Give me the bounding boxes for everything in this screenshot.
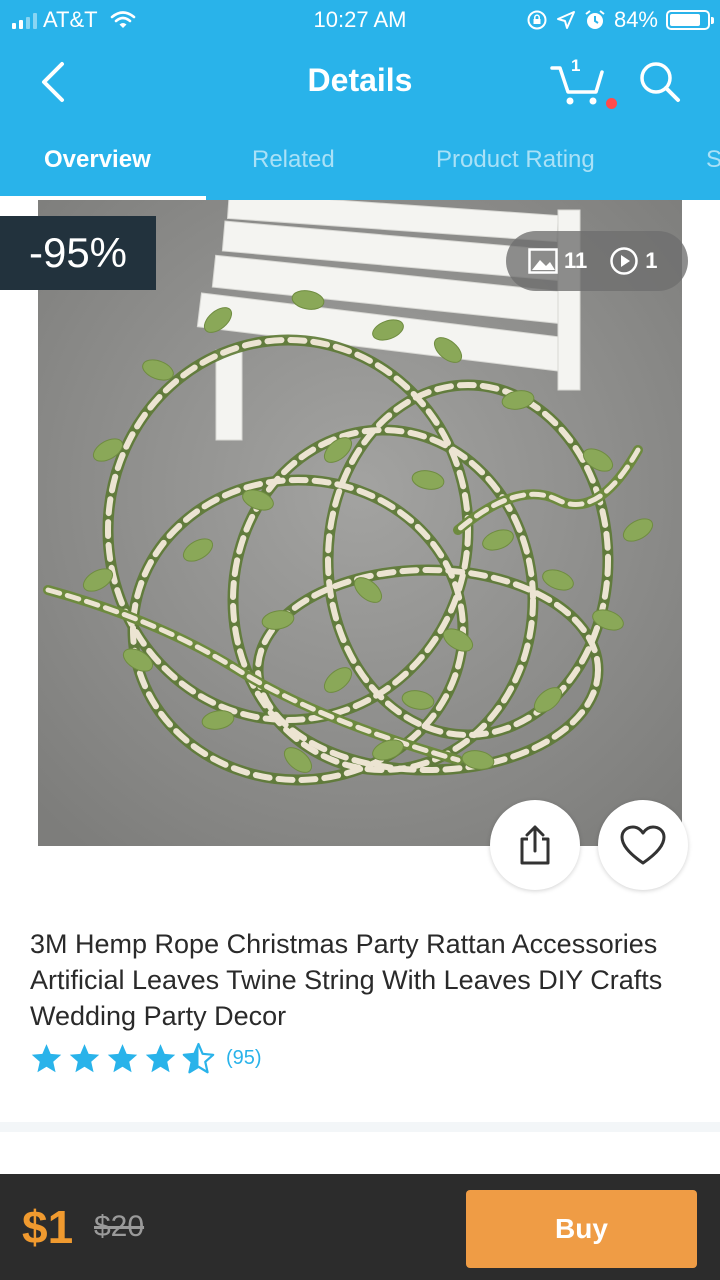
image-count: 11 — [564, 248, 588, 273]
star-icon — [145, 1044, 176, 1073]
half-star-icon — [182, 1042, 215, 1074]
rating-row[interactable]: (95) — [30, 1042, 262, 1075]
product-title: 3M Hemp Rope Christmas Party Rattan Acce… — [30, 929, 663, 1031]
purchase-bar: $1 $20 Buy — [0, 1174, 720, 1280]
battery-percent: 84% — [613, 7, 658, 32]
product-photo-illustration — [38, 200, 682, 846]
battery-icon — [666, 10, 714, 30]
tab-overflow[interactable]: S — [706, 146, 720, 174]
rotation-lock-icon — [527, 10, 547, 30]
discount-badge: -95% — [0, 216, 156, 290]
section-divider — [0, 1122, 720, 1132]
battery-fill — [670, 14, 700, 26]
tab-bar: Overview Related Product Rating S — [0, 126, 720, 200]
alarm-icon — [585, 10, 605, 29]
tab-overview[interactable]: Overview — [44, 146, 151, 174]
media-count-pill[interactable]: 11 1 — [506, 231, 688, 291]
star-icon — [69, 1044, 100, 1073]
star-icon — [31, 1044, 62, 1073]
heart-icon — [620, 825, 666, 865]
tab-related[interactable]: Related — [252, 146, 335, 174]
play-icon — [610, 247, 639, 275]
search-icon[interactable] — [636, 58, 684, 106]
price: $1 — [22, 1201, 74, 1253]
cart-count: 1 — [571, 56, 581, 75]
status-right: 84% — [526, 7, 714, 33]
buy-button[interactable]: Buy — [466, 1190, 697, 1268]
tab-product-rating[interactable]: Product Rating — [436, 146, 595, 174]
favorite-button[interactable] — [598, 800, 688, 890]
location-icon — [556, 11, 575, 29]
share-button[interactable] — [490, 800, 580, 890]
original-price: $20 — [94, 1210, 145, 1243]
product-image[interactable] — [38, 200, 682, 846]
page-title: Details — [307, 62, 413, 98]
status-bar: AT&T 10:27 AM 84% — [0, 0, 720, 40]
star-icon — [107, 1044, 138, 1073]
review-count: (95) — [226, 1047, 262, 1069]
video-count: 1 — [645, 248, 658, 273]
app-header: Details 1 — [0, 40, 720, 126]
image-icon — [528, 248, 558, 274]
cart-notification-dot — [606, 98, 617, 109]
cart-button[interactable]: 1 — [548, 54, 608, 110]
share-icon — [520, 825, 550, 865]
